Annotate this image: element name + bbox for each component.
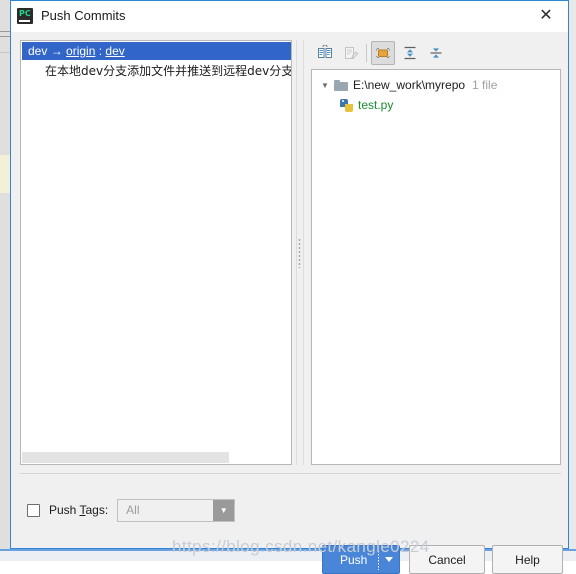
show-diff-icon[interactable] bbox=[313, 41, 337, 65]
expand-all-icon[interactable] bbox=[398, 41, 422, 65]
pycharm-icon-bar bbox=[19, 20, 30, 22]
pycharm-icon: PC bbox=[17, 8, 33, 24]
pycharm-icon-text: PC bbox=[19, 9, 31, 18]
panel-splitter[interactable] bbox=[296, 40, 304, 465]
dialog-titlebar: PC Push Commits ✕ bbox=[11, 1, 568, 33]
tree-row-file[interactable]: test.py bbox=[340, 95, 393, 115]
backdrop-line bbox=[0, 31, 10, 32]
toolbar-separator bbox=[366, 44, 367, 62]
push-tags-row: Push Tags: All ▼ bbox=[27, 498, 236, 522]
directory-path: E:\new_work\myrepo bbox=[353, 78, 466, 92]
chevron-down-icon[interactable] bbox=[385, 557, 393, 562]
push-tags-label-after: ags: bbox=[85, 503, 109, 517]
changed-files-panel: ▼ E:\new_work\myrepo 1 file test.py bbox=[311, 40, 561, 465]
target-branch-link[interactable]: dev bbox=[105, 44, 124, 58]
group-by-directory-icon[interactable] bbox=[371, 41, 395, 65]
splitter-edge bbox=[303, 40, 304, 465]
chevron-down-icon[interactable]: ▼ bbox=[213, 499, 235, 521]
chevron-down-icon[interactable]: ▼ bbox=[318, 78, 332, 92]
push-tags-select[interactable]: All ▼ bbox=[117, 498, 236, 522]
scrollbar-thumb[interactable] bbox=[22, 452, 229, 463]
edit-source-icon bbox=[339, 41, 363, 65]
section-divider bbox=[20, 473, 561, 474]
commits-horizontal-scrollbar[interactable] bbox=[22, 452, 291, 463]
push-tags-checkbox[interactable] bbox=[27, 503, 40, 517]
splitter-grip[interactable] bbox=[298, 238, 301, 268]
arrow-glyph: → bbox=[47, 44, 67, 58]
commit-message[interactable]: 在本地dev分支添加文件并推送到远程dev分支 bbox=[45, 62, 291, 80]
dialog-content: dev → origin : dev 在本地dev分支添加文件并推送到远程dev… bbox=[11, 32, 568, 574]
file-tree[interactable]: ▼ E:\new_work\myrepo 1 file test.py bbox=[311, 69, 561, 465]
push-tags-label: Push Tags: bbox=[49, 503, 108, 517]
folder-icon bbox=[334, 79, 348, 91]
push-commits-dialog: PC Push Commits ✕ dev → origin : dev 在本地… bbox=[10, 0, 569, 574]
file-name-label: test.py bbox=[358, 98, 394, 112]
remote-link[interactable]: origin bbox=[66, 44, 95, 58]
watermark-text: https://blog.csdn.net/kangle0224 bbox=[172, 537, 430, 556]
collapse-all-icon[interactable] bbox=[424, 41, 448, 65]
dialog-title: Push Commits bbox=[41, 8, 126, 23]
files-toolbar bbox=[311, 40, 561, 66]
backdrop-line bbox=[0, 36, 10, 37]
push-tags-label-before: Push bbox=[49, 503, 80, 517]
commits-list-panel[interactable]: dev → origin : dev 在本地dev分支添加文件并推送到远程dev… bbox=[20, 40, 292, 465]
backdrop-highlight bbox=[0, 155, 10, 193]
close-icon[interactable]: ✕ bbox=[524, 1, 568, 31]
splitter-edge bbox=[296, 40, 297, 465]
file-count-label: 1 file bbox=[472, 78, 498, 92]
backdrop-line bbox=[0, 52, 10, 53]
tree-row-directory[interactable]: ▼ E:\new_work\myrepo 1 file bbox=[318, 75, 497, 95]
python-file-icon bbox=[340, 98, 353, 112]
branch-separator: : bbox=[95, 44, 106, 58]
backdrop-left-strip bbox=[0, 0, 10, 561]
push-tags-value: All bbox=[126, 503, 140, 517]
commit-branch-row[interactable]: dev → origin : dev bbox=[22, 42, 291, 60]
source-branch-label: dev bbox=[28, 44, 48, 58]
